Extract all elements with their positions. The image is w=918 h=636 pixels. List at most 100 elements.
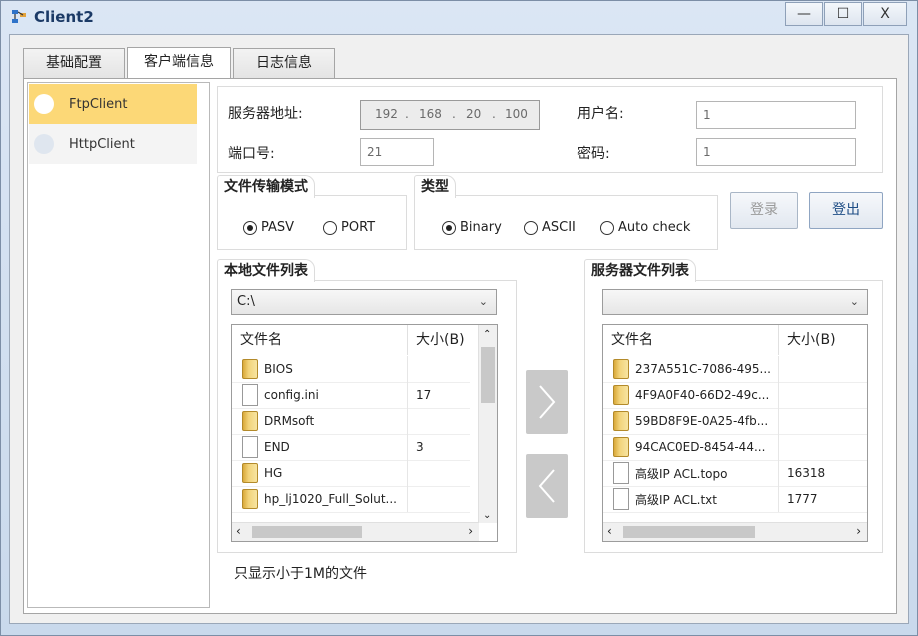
- scroll-right-icon[interactable]: ›: [856, 524, 861, 538]
- scroll-left-icon[interactable]: ‹: [607, 524, 612, 538]
- tab-basic-config[interactable]: 基础配置: [23, 48, 125, 78]
- file-name: 237A551C-7086-495...: [635, 362, 771, 376]
- sidebar-item-httpclient[interactable]: HttpClient: [29, 124, 197, 164]
- maximize-button[interactable]: ☐: [824, 2, 862, 26]
- ip-octet-2: 168: [419, 107, 442, 121]
- radio-ascii[interactable]: ASCII: [524, 220, 576, 235]
- port-label: 端口号:: [228, 146, 275, 162]
- table-row[interactable]: DRMsoft: [232, 408, 470, 435]
- file-name: 94CAC0ED-8454-44...: [635, 440, 766, 454]
- table-row[interactable]: 高级IP ACL.txt 1777: [603, 486, 867, 513]
- local-file-list[interactable]: 文件名 大小(B) BIOS config.ini 17 DRMsoft END…: [231, 324, 498, 542]
- folder-icon: [613, 437, 629, 457]
- client-status-icon: [34, 94, 54, 114]
- server-path-dropdown[interactable]: ⌄: [602, 289, 868, 315]
- local-horizontal-scrollbar[interactable]: ‹ ›: [232, 522, 479, 541]
- port-field[interactable]: 21: [360, 138, 434, 166]
- server-list-header: 文件名 大小(B): [603, 325, 867, 355]
- local-vertical-scrollbar[interactable]: ⌃ ⌄: [478, 325, 497, 523]
- client-list: FtpClient HttpClient: [27, 82, 210, 608]
- radio-port[interactable]: PORT: [323, 220, 375, 235]
- radio-label: ASCII: [542, 220, 576, 235]
- tab-client-info[interactable]: 客户端信息: [127, 47, 231, 79]
- close-button[interactable]: X: [863, 2, 907, 26]
- sidebar-item-ftpclient[interactable]: FtpClient: [29, 84, 197, 124]
- scroll-left-icon[interactable]: ‹: [236, 524, 241, 538]
- chevron-down-icon: ⌄: [849, 295, 859, 308]
- table-row[interactable]: BIOS: [232, 356, 470, 383]
- scroll-thumb[interactable]: [252, 526, 362, 538]
- login-button[interactable]: 登录: [730, 192, 798, 229]
- table-row[interactable]: 59BD8F9E-0A25-4fb...: [603, 408, 867, 435]
- scroll-up-icon[interactable]: ⌃: [483, 329, 491, 340]
- file-name: DRMsoft: [264, 414, 315, 428]
- local-path-dropdown[interactable]: C:\ ⌄: [231, 289, 497, 315]
- scroll-right-icon[interactable]: ›: [468, 524, 473, 538]
- file-name: BIOS: [264, 362, 293, 376]
- download-to-local-button[interactable]: [526, 454, 568, 518]
- radio-checked-icon: [243, 220, 257, 235]
- title-bar[interactable]: Client2 — ☐ X: [1, 1, 917, 31]
- table-row[interactable]: 高级IP ACL.topo 16318: [603, 460, 867, 487]
- local-file-title: 本地文件列表: [217, 259, 315, 282]
- local-file-group: 本地文件列表 C:\ ⌄ 文件名 大小(B) BIOS config.ini 1…: [217, 259, 517, 553]
- radio-label: Auto check: [618, 220, 691, 235]
- radio-label: PORT: [341, 220, 376, 235]
- scroll-thumb[interactable]: [481, 347, 495, 403]
- close-icon: X: [880, 6, 890, 22]
- username-field[interactable]: 1: [696, 101, 856, 129]
- server-horizontal-scrollbar[interactable]: ‹ ›: [603, 522, 867, 541]
- ip-octet-4: 100: [505, 107, 528, 121]
- column-header-size[interactable]: 大小(B): [408, 325, 470, 355]
- file-size: [408, 408, 470, 434]
- chevron-down-icon: ⌄: [478, 295, 488, 308]
- client-info-panel: FtpClient HttpClient 服务器地址: 192 . 168 . …: [23, 78, 897, 614]
- ip-dot: .: [492, 107, 496, 121]
- server-settings-group: 服务器地址: 192 . 168 . 20 . 100 用户名: 1 端口号: …: [217, 86, 883, 173]
- table-row[interactable]: hp_lj1020_Full_Solut...: [232, 486, 470, 513]
- radio-label: Binary: [460, 220, 502, 235]
- scroll-down-icon[interactable]: ⌄: [483, 510, 491, 521]
- minimize-icon: —: [797, 6, 811, 22]
- upload-to-server-button[interactable]: [526, 370, 568, 434]
- scroll-thumb[interactable]: [623, 526, 755, 538]
- column-header-size[interactable]: 大小(B): [779, 325, 867, 355]
- table-row[interactable]: 4F9A0F40-66D2-49c...: [603, 382, 867, 409]
- server-file-title: 服务器文件列表: [584, 259, 696, 282]
- radio-pasv[interactable]: PASV: [243, 220, 294, 235]
- ip-dot: .: [452, 107, 456, 121]
- local-list-header: 文件名 大小(B): [232, 325, 470, 355]
- minimize-button[interactable]: —: [785, 2, 823, 26]
- app-window: Client2 — ☐ X 基础配置 客户端信息 日志信息 FtpClient …: [0, 0, 918, 636]
- server-file-list[interactable]: 文件名 大小(B) 237A551C-7086-495... 4F9A0F40-…: [602, 324, 868, 542]
- radio-label: PASV: [261, 220, 295, 235]
- username-label: 用户名:: [577, 106, 624, 122]
- file-name: 4F9A0F40-66D2-49c...: [635, 388, 770, 402]
- tab-log-info[interactable]: 日志信息: [233, 48, 335, 78]
- file-name: HG: [264, 466, 283, 480]
- logout-button[interactable]: 登出: [809, 192, 883, 229]
- column-header-name[interactable]: 文件名: [232, 325, 408, 355]
- password-field[interactable]: 1: [696, 138, 856, 166]
- column-header-name[interactable]: 文件名: [603, 325, 779, 355]
- file-size-limit-note: 只显示小于1M的文件: [234, 566, 367, 582]
- table-row[interactable]: END 3: [232, 434, 470, 461]
- folder-icon: [242, 359, 258, 379]
- table-row[interactable]: HG: [232, 460, 470, 487]
- file-icon: [242, 436, 258, 458]
- table-row[interactable]: 237A551C-7086-495...: [603, 356, 867, 383]
- transfer-mode-title: 文件传输模式: [217, 175, 315, 198]
- server-ip-field[interactable]: 192 . 168 . 20 . 100: [360, 100, 540, 130]
- file-size: 3: [416, 440, 424, 454]
- file-name: 高级IP ACL.txt: [635, 492, 717, 507]
- file-size: [408, 460, 470, 486]
- table-row[interactable]: 94CAC0ED-8454-44...: [603, 434, 867, 461]
- server-address-label: 服务器地址:: [228, 106, 303, 122]
- table-row[interactable]: config.ini 17: [232, 382, 470, 409]
- radio-auto-check[interactable]: Auto check: [600, 220, 690, 235]
- file-icon: [613, 488, 629, 510]
- local-path-value: C:\: [237, 294, 255, 309]
- folder-icon: [613, 385, 629, 405]
- file-size: 17: [416, 388, 432, 402]
- radio-binary[interactable]: Binary: [442, 220, 502, 235]
